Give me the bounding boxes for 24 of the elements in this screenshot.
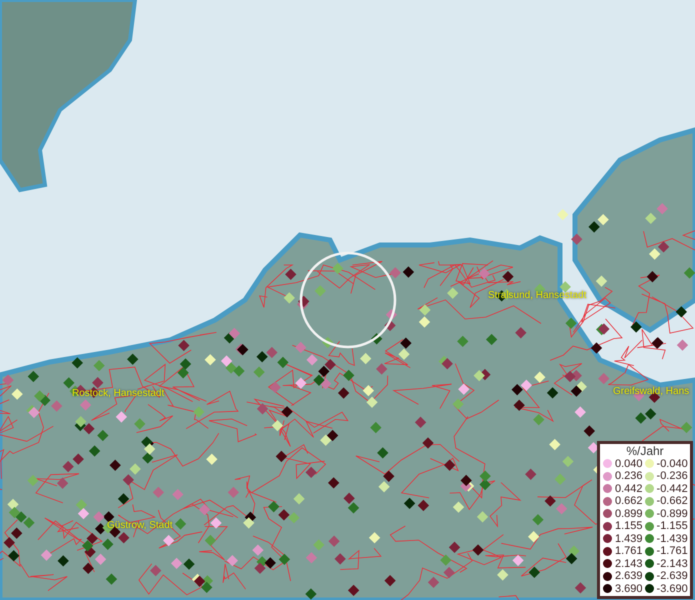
legend-value: 0.442	[615, 482, 643, 495]
legend-value: 0.899	[615, 508, 643, 520]
legend-value: 0.662	[615, 495, 643, 508]
legend-value: -0.236	[656, 470, 688, 482]
legend-value: 1.155	[615, 520, 643, 532]
legend-value: 2.639	[615, 570, 643, 582]
legend-value: -0.442	[656, 482, 688, 495]
place-label: Greifswald, Hans	[613, 386, 690, 398]
legend-value: 1.761	[615, 545, 643, 558]
legend-value: -1.761	[656, 545, 688, 558]
legend-value: 0.236	[615, 470, 643, 482]
legend-value: 1.439	[615, 532, 643, 545]
legend-value: -0.662	[656, 495, 688, 508]
legend-value: -0.040	[656, 458, 688, 470]
legend-value: -2.143	[656, 558, 688, 570]
legend-value: -1.439	[656, 532, 688, 545]
legend-value: 3.690	[615, 582, 643, 595]
legend-value: -1.155	[656, 520, 688, 532]
legend-value: 0.040	[615, 458, 643, 470]
legend-value: -3.690	[656, 582, 688, 595]
legend-value: -2.639	[656, 570, 688, 582]
legend-value: 2.143	[615, 558, 643, 570]
legend-title: %/Jahr	[625, 444, 665, 458]
legend-value: -0.899	[656, 508, 688, 520]
